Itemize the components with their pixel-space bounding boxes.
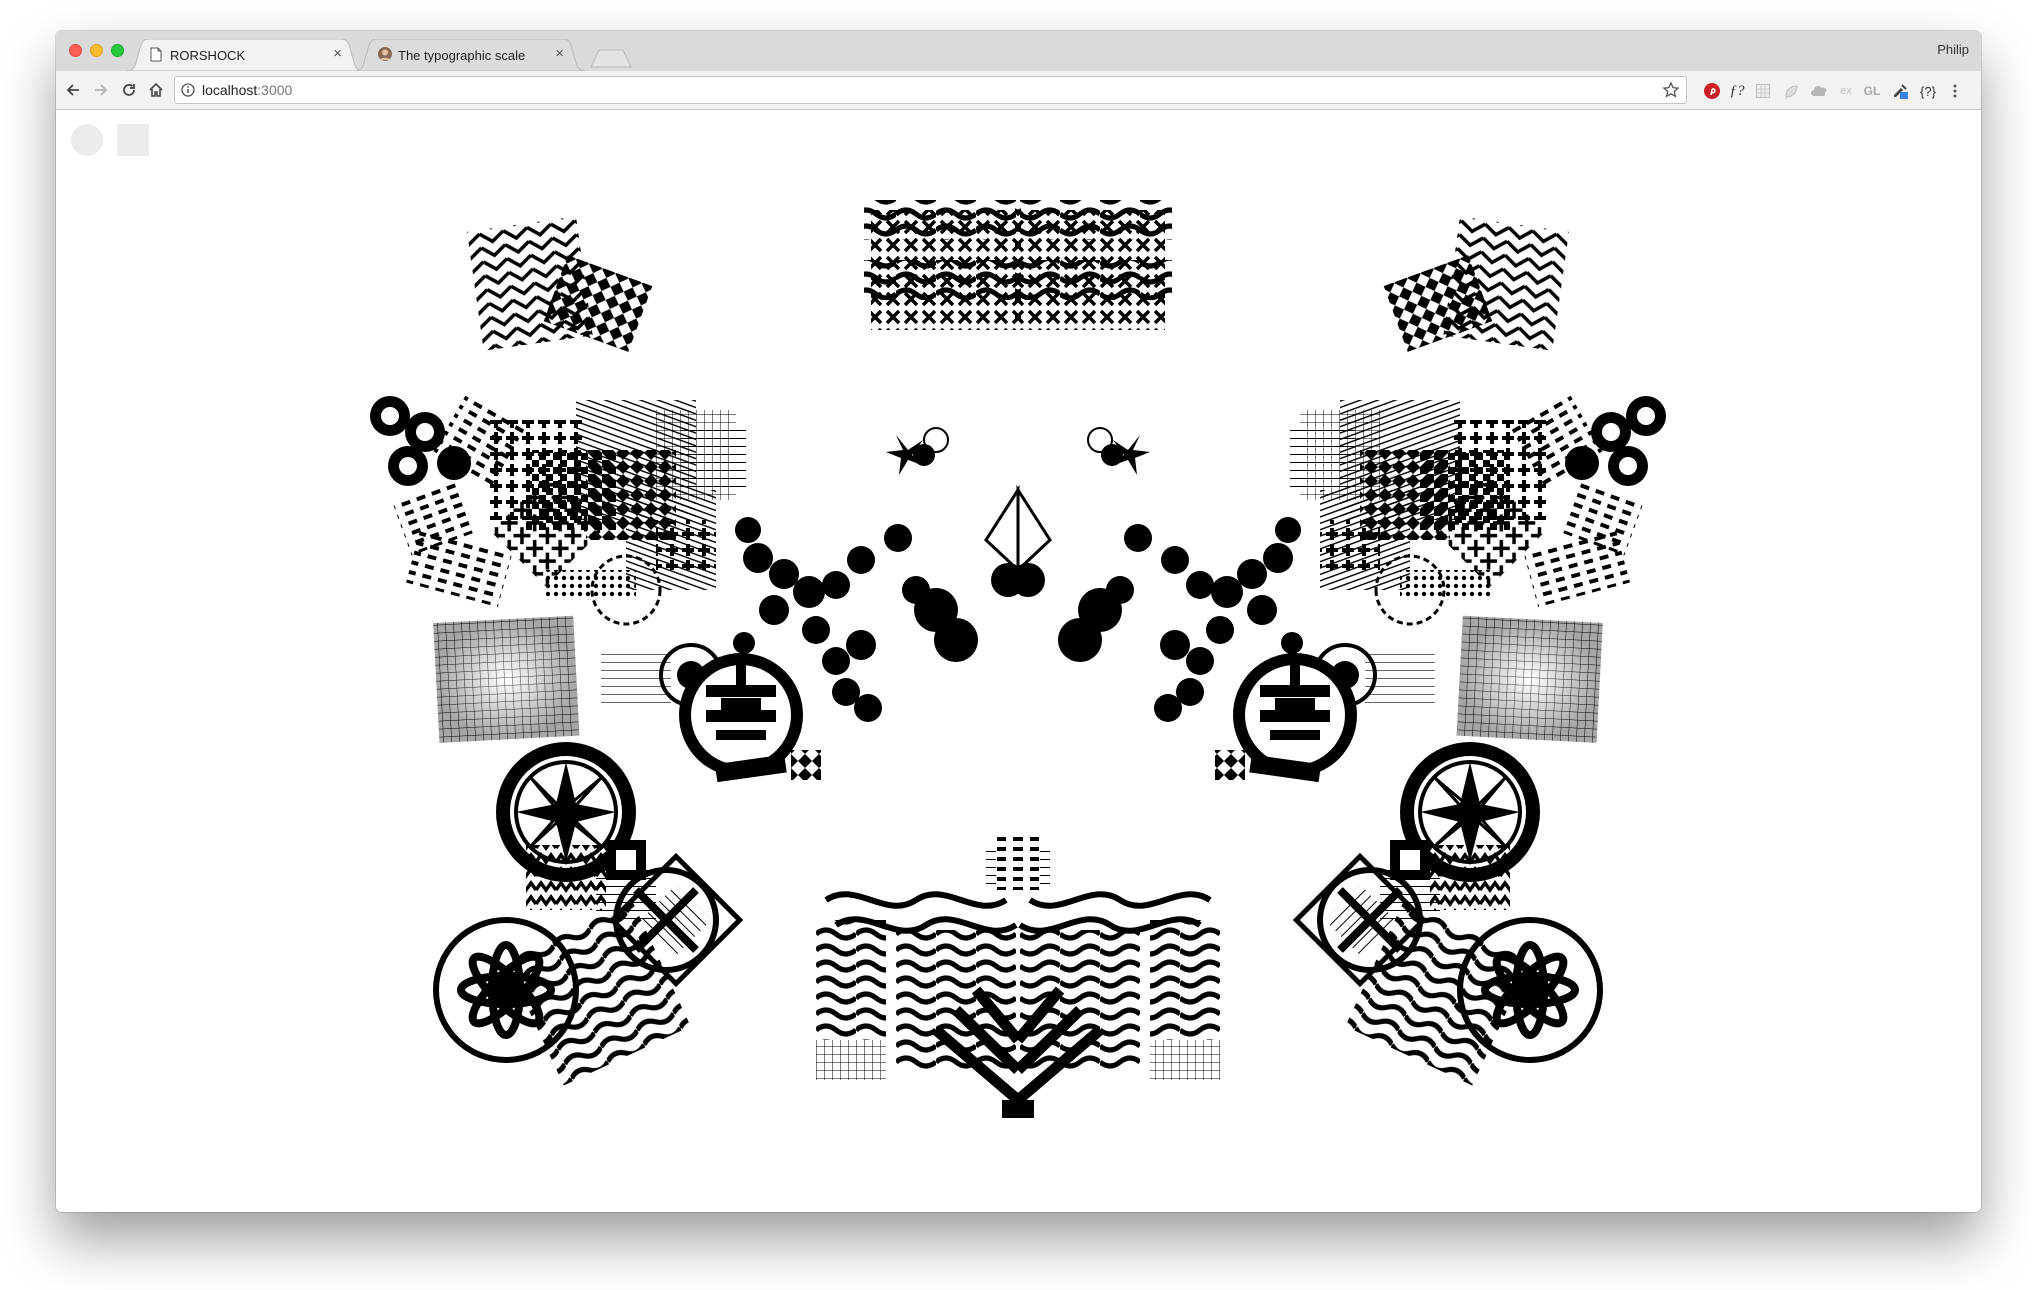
- rorschach-artwork: [370, 110, 1981, 1212]
- glyph-cluster: [986, 835, 1018, 890]
- avatar-icon: [378, 47, 392, 61]
- close-window-button[interactable]: [69, 44, 82, 57]
- tab-rorshock[interactable]: RORSHOCK ×: [126, 39, 364, 71]
- minimize-window-button[interactable]: [90, 44, 103, 57]
- tab-typographic-scale[interactable]: The typographic scale ×: [354, 39, 586, 71]
- tab-strip: RORSHOCK × The typographic scale × Phili…: [56, 31, 1981, 71]
- artwork-left-half: [370, 200, 1025, 1118]
- fontface-icon[interactable]: ƒ?: [1726, 81, 1748, 101]
- back-button[interactable]: [62, 79, 84, 101]
- url-host: localhost: [202, 82, 258, 98]
- url-text[interactable]: localhost:3000: [202, 82, 292, 98]
- browser-toolbar: localhost:3000 ƒ? ex GL {?}: [56, 71, 1981, 110]
- back-arrow-icon: [66, 84, 79, 96]
- reload-button[interactable]: [118, 79, 140, 101]
- forward-arrow-icon: [95, 84, 108, 96]
- profile-name[interactable]: Philip: [1937, 42, 1969, 57]
- page-content: [56, 110, 1981, 1212]
- url-port: :3000: [257, 82, 293, 98]
- home-icon: [149, 82, 163, 97]
- page-icon: [150, 47, 162, 62]
- leaf-icon[interactable]: [1781, 81, 1801, 101]
- forward-button[interactable]: [90, 79, 112, 101]
- ex-icon[interactable]: ex: [1836, 81, 1856, 101]
- close-tab-icon[interactable]: ×: [333, 45, 342, 62]
- bookmark-star-icon[interactable]: [1662, 81, 1680, 99]
- close-tab-icon[interactable]: ×: [555, 45, 564, 62]
- pinterest-icon[interactable]: [1702, 81, 1722, 101]
- info-icon[interactable]: [181, 83, 195, 97]
- gl-icon[interactable]: GL: [1862, 81, 1882, 101]
- json-icon[interactable]: {?}: [1916, 81, 1940, 101]
- window-controls: [69, 44, 124, 57]
- color-picker-icon[interactable]: [1890, 81, 1910, 101]
- maximize-window-button[interactable]: [111, 44, 124, 57]
- cloud-icon[interactable]: [1809, 81, 1829, 101]
- new-tab-button[interactable]: [589, 48, 633, 68]
- tab-title: RORSHOCK: [170, 48, 246, 63]
- menu-dots-icon[interactable]: [1947, 81, 1963, 101]
- home-button[interactable]: [145, 79, 167, 101]
- grid-icon[interactable]: [1753, 81, 1773, 101]
- browser-window: RORSHOCK × The typographic scale × Phili…: [56, 31, 1981, 1212]
- tab-title: The typographic scale: [398, 48, 526, 63]
- address-bar[interactable]: localhost:3000: [174, 76, 1687, 104]
- reload-icon: [123, 84, 135, 96]
